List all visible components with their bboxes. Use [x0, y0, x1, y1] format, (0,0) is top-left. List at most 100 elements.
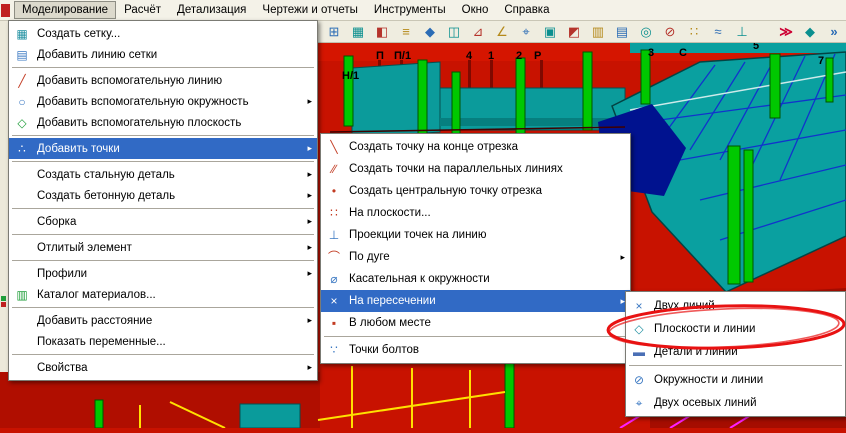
- menubar-item-analysis[interactable]: Расчёт: [116, 1, 169, 19]
- part-and-line-icon: ▬: [628, 346, 650, 358]
- toolbar-icon[interactable]: ⊥: [730, 21, 754, 42]
- left-toolbar-icon[interactable]: [1, 296, 7, 308]
- submenu-arrow-icon: ▸: [298, 169, 315, 180]
- menu-separator: [12, 260, 314, 261]
- toolbar-icon[interactable]: ⊘: [658, 21, 682, 42]
- submenu-arrow-icon: ▸: [298, 242, 315, 253]
- toolbar-icon[interactable]: ⊞: [322, 21, 346, 42]
- tangent-circle-icon: ⌀: [323, 273, 345, 285]
- construction-plane-icon: ◇: [11, 117, 33, 129]
- submenu-item-bolt-points[interactable]: ∵ Точки болтов: [321, 339, 630, 361]
- toolbar-overflow-teal-icon[interactable]: ◆: [798, 21, 822, 42]
- points-icon: ∴: [11, 143, 33, 155]
- submenu-item-anywhere[interactable]: ▪ В любом месте: [321, 312, 630, 334]
- submenu-item-points-on-parallel-lines[interactable]: ∕∕ Создать точки на параллельных линиях: [321, 158, 630, 180]
- menu-separator: [12, 208, 314, 209]
- submenu-arrow-icon: ▸: [298, 362, 315, 373]
- menu-item-add-grid-line[interactable]: ▤ Добавить линию сетки: [9, 44, 317, 65]
- submenu-item-plane-and-line[interactable]: ◇ Плоскости и линии: [626, 317, 845, 340]
- menu-item-properties[interactable]: Свойства ▸: [9, 357, 317, 378]
- toolbar-icon[interactable]: ▤: [610, 21, 634, 42]
- toolbar-icon[interactable]: ≡: [394, 21, 418, 42]
- menu-separator: [12, 307, 314, 308]
- menu-item-add-distance[interactable]: Добавить расстояние ▸: [9, 310, 317, 331]
- menu-item-create-grid[interactable]: ▦ Создать сетку...: [9, 23, 317, 44]
- menu-item-add-construction-circle[interactable]: ○ Добавить вспомогательную окружность ▸: [9, 91, 317, 112]
- center-point-icon: •: [323, 185, 345, 197]
- app-icon: [1, 4, 10, 17]
- menubar-item-help[interactable]: Справка: [496, 1, 557, 19]
- grid-label: 7: [818, 55, 824, 67]
- toolbar-overflow-red-icon[interactable]: ≫: [774, 21, 798, 42]
- submenu-item-circle-and-line[interactable]: ⊘ Окружности и линии: [626, 368, 845, 391]
- menu-separator: [324, 336, 627, 337]
- submenu-item-center-point[interactable]: • Создать центральную точку отрезка: [321, 180, 630, 202]
- menu-separator: [12, 135, 314, 136]
- menubar-item-detailing[interactable]: Детализация: [169, 1, 254, 19]
- menu-item-create-steel-part[interactable]: Создать стальную деталь ▸: [9, 164, 317, 185]
- toolbar-icon[interactable]: ⊿: [466, 21, 490, 42]
- menubar-item-modeling[interactable]: Моделирование: [14, 1, 116, 19]
- menubar-item-drawings-reports[interactable]: Чертежи и отчеты: [254, 1, 366, 19]
- toolbar-icon[interactable]: ◩: [562, 21, 586, 42]
- points-on-plane-icon: ∷: [323, 207, 345, 219]
- submenu-item-at-intersection[interactable]: × На пересечении ▸: [321, 290, 630, 312]
- menu-item-add-construction-line[interactable]: ╱ Добавить вспомогательную линию: [9, 70, 317, 91]
- toolbar-icon[interactable]: ▥: [586, 21, 610, 42]
- toolbar-overflow-chevron-icon[interactable]: »: [822, 21, 846, 42]
- submenu-item-point-on-line-end[interactable]: ╲ Создать точку на конце отрезка: [321, 136, 630, 158]
- menu-item-create-concrete-part[interactable]: Создать бетонную деталь ▸: [9, 185, 317, 206]
- grid-icon: ▦: [11, 28, 33, 40]
- construction-circle-icon: ○: [11, 96, 33, 108]
- submenu-item-points-on-plane[interactable]: ∷ На плоскости...: [321, 202, 630, 224]
- toolbar-icon[interactable]: ◎: [634, 21, 658, 42]
- material-catalog-icon: ▥: [11, 289, 33, 301]
- left-toolbar-strip: [0, 20, 8, 372]
- menubar-item-tools[interactable]: Инструменты: [366, 1, 454, 19]
- submenu-item-two-axis-lines[interactable]: ⌖ Двух осевых линий: [626, 391, 845, 414]
- menu-item-add-construction-plane[interactable]: ◇ Добавить вспомогательную плоскость: [9, 112, 317, 133]
- add-points-submenu: ╲ Создать точку на конце отрезка ∕∕ Созд…: [320, 133, 631, 364]
- toolbar-icon[interactable]: ▣: [538, 21, 562, 42]
- grid-label: 3: [648, 47, 654, 59]
- submenu-arrow-icon: ▸: [298, 216, 315, 227]
- submenu-item-part-and-line[interactable]: ▬ Детали и линии: [626, 340, 845, 363]
- circle-and-line-icon: ⊘: [628, 374, 650, 386]
- grid-label: П/1: [394, 50, 411, 62]
- toolbar-icon[interactable]: ∠: [490, 21, 514, 42]
- submenu-item-two-lines[interactable]: × Двух линий: [626, 294, 845, 317]
- submenu-item-tangent-to-circle[interactable]: ⌀ Касательная к окружности: [321, 268, 630, 290]
- menubar-item-window[interactable]: Окно: [454, 1, 497, 19]
- menu-separator: [12, 67, 314, 68]
- menu-item-show-variables[interactable]: Показать переменные...: [9, 331, 317, 352]
- submenu-arrow-icon: ▸: [611, 252, 628, 263]
- menu-item-assembly[interactable]: Сборка ▸: [9, 211, 317, 232]
- submenu-arrow-icon: ▸: [298, 143, 315, 154]
- project-points-icon: ⊥: [323, 229, 345, 241]
- toolbar-icon[interactable]: ≈: [706, 21, 730, 42]
- intersection-icon: ×: [323, 295, 345, 307]
- toolbar-icon[interactable]: ∷: [682, 21, 706, 42]
- submenu-item-along-arc[interactable]: ⌒ По дуге ▸: [321, 246, 630, 268]
- bolt-points-icon: ∵: [323, 344, 345, 356]
- toolbar-icon[interactable]: ◧: [370, 21, 394, 42]
- toolbar-icon[interactable]: ◫: [442, 21, 466, 42]
- toolbar-icon[interactable]: ▦: [346, 21, 370, 42]
- menu-item-material-catalog[interactable]: ▥ Каталог материалов...: [9, 284, 317, 305]
- any-position-icon: ▪: [323, 317, 345, 329]
- menu-item-add-points[interactable]: ∴ Добавить точки ▸: [9, 138, 317, 159]
- grid-label: П: [376, 50, 384, 62]
- at-intersection-submenu: × Двух линий ◇ Плоскости и линии ▬ Детал…: [625, 291, 846, 417]
- grid-line-icon: ▤: [11, 49, 33, 61]
- grid-label: С: [679, 47, 687, 59]
- plane-and-line-icon: ◇: [628, 323, 650, 335]
- menu-item-cast-unit[interactable]: Отлитый элемент ▸: [9, 237, 317, 258]
- submenu-item-project-points-on-line[interactable]: ⊥ Проекции точек на линию: [321, 224, 630, 246]
- parallel-lines-points-icon: ∕∕: [323, 163, 345, 175]
- construction-line-icon: ╱: [11, 75, 33, 87]
- submenu-arrow-icon: ▸: [298, 96, 315, 107]
- grid-label: Н/1: [342, 70, 359, 82]
- menu-item-profiles[interactable]: Профили ▸: [9, 263, 317, 284]
- toolbar-icon[interactable]: ⌖: [514, 21, 538, 42]
- toolbar-icon[interactable]: ◆: [418, 21, 442, 42]
